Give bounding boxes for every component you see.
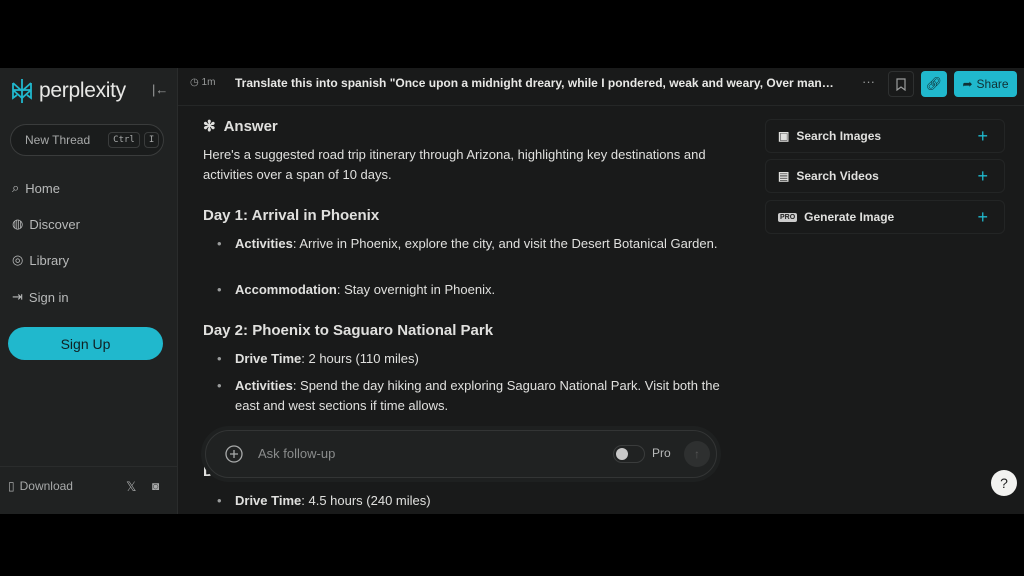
- sidebar-item-sign-in[interactable]: ⇥ Sign in: [12, 289, 69, 305]
- share-button[interactable]: ➦ Share: [954, 71, 1017, 97]
- list-item: Accommodation: Stay overnight in Phoenix…: [203, 280, 723, 300]
- day-heading: Day 2: Phoenix to Saguaro National Park: [203, 322, 494, 339]
- new-thread-button[interactable]: New Thread Ctrl I: [10, 124, 164, 156]
- day-heading: Day 1: Arrival in Phoenix: [203, 207, 380, 224]
- answer-heading: ✻ Answer: [203, 118, 278, 135]
- download-link[interactable]: ▯ Download: [8, 479, 73, 493]
- shortcut-key: Ctrl: [108, 132, 140, 148]
- search-videos-button[interactable]: ▤ Search Videos +: [765, 159, 1005, 193]
- follow-up-bar: Ask follow-up Pro ↑: [205, 430, 717, 478]
- generate-image-button[interactable]: PRO Generate Image +: [765, 200, 1005, 234]
- plus-icon: +: [977, 165, 988, 186]
- sign-in-icon: ⇥: [12, 289, 23, 304]
- sidebar-item-library[interactable]: ◎ Library: [12, 252, 69, 268]
- shortcut-key: I: [143, 132, 160, 148]
- image-icon: ▣: [778, 129, 790, 143]
- sidebar-item-home[interactable]: ⌕ Home: [12, 180, 60, 196]
- globe-icon: ◍: [12, 216, 24, 231]
- list-item: Activities: Spend the day hiking and exp…: [203, 376, 723, 416]
- x-twitter-icon[interactable]: 𝕏: [126, 479, 136, 495]
- discord-icon[interactable]: ◙: [152, 479, 159, 493]
- home-search-icon: ⌕: [12, 180, 20, 195]
- sidebar: perplexity |← New Thread Ctrl I ⌕ Home ◍ D…: [0, 68, 178, 514]
- collapse-sidebar-icon[interactable]: |←: [152, 82, 168, 97]
- follow-up-input[interactable]: Ask follow-up: [258, 446, 335, 461]
- list-item: Drive Time: 2 hours (110 miles): [203, 349, 723, 369]
- sidebar-item-discover[interactable]: ◍ Discover: [12, 216, 80, 232]
- bookmark-button[interactable]: [888, 71, 914, 97]
- answer-intro: Here's a suggested road trip itinerary t…: [203, 147, 706, 182]
- search-images-button[interactable]: ▣ Search Images +: [765, 119, 1005, 153]
- copy-link-button[interactable]: 🔗︎: [921, 71, 947, 97]
- arrow-up-icon: ↑: [694, 447, 700, 461]
- pro-badge-icon: PRO: [778, 212, 798, 222]
- library-icon: ◎: [12, 252, 24, 267]
- logo[interactable]: perplexity: [10, 78, 126, 104]
- add-attachment-icon[interactable]: [224, 444, 244, 464]
- plus-icon: +: [977, 206, 988, 227]
- help-button[interactable]: ?: [991, 470, 1017, 496]
- phone-icon: ▯: [8, 479, 15, 493]
- perplexity-logo-icon: [12, 79, 32, 103]
- more-options-icon[interactable]: ···: [862, 74, 875, 89]
- link-icon: 🔗︎: [925, 76, 943, 91]
- pro-toggle[interactable]: [613, 445, 645, 463]
- app-window: perplexity |← New Thread Ctrl I ⌕ Home ◍ D…: [0, 68, 1024, 514]
- list-item: Drive Time: 4.5 hours (240 miles): [203, 491, 723, 511]
- film-icon: ▤: [778, 169, 790, 183]
- sidebar-footer: ▯ Download 𝕏 ◙: [0, 466, 178, 514]
- plus-icon: +: [977, 125, 988, 146]
- share-arrow-icon: ➦: [962, 77, 973, 91]
- pro-label: Pro: [652, 446, 671, 460]
- perplexity-answer-icon: ✻: [203, 118, 216, 135]
- bookmark-icon: [896, 77, 906, 91]
- list-item: Activities: Arrive in Phoenix, explore t…: [203, 234, 723, 254]
- submit-button[interactable]: ↑: [684, 441, 710, 467]
- sign-up-button[interactable]: Sign Up: [8, 327, 163, 360]
